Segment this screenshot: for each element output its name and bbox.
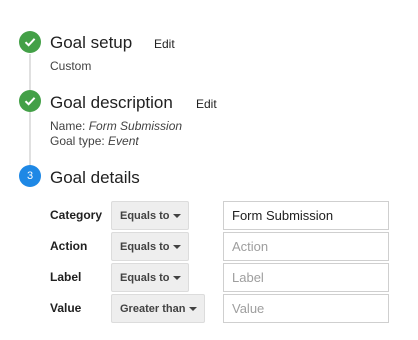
step-complete-checkmark-icon xyxy=(19,90,41,112)
condition-label-category: Category xyxy=(50,208,103,222)
goal-name-line: Name: Form Submission xyxy=(50,119,182,133)
step-title-goal-setup: Goal setup xyxy=(50,33,133,52)
operator-label: Equals to xyxy=(120,209,170,222)
caret-down-icon xyxy=(173,214,181,218)
label-operator-dropdown[interactable]: Equals to xyxy=(111,263,189,292)
condition-label-label: Label xyxy=(50,270,82,284)
condition-label-value: Value xyxy=(50,301,82,315)
category-operator-dropdown[interactable]: Equals to xyxy=(111,201,189,230)
goal-setup-summary: Custom xyxy=(50,59,92,73)
caret-down-icon xyxy=(173,276,181,280)
operator-label: Equals to xyxy=(120,271,170,284)
value-operator-dropdown[interactable]: Greater than xyxy=(111,294,205,323)
step-title-goal-description: Goal description xyxy=(50,93,173,112)
action-input[interactable] xyxy=(223,232,389,261)
goal-type-line: Goal type: Event xyxy=(50,134,139,148)
condition-label-action: Action xyxy=(50,239,88,253)
goal-name-value: Form Submission xyxy=(88,119,183,133)
caret-down-icon xyxy=(173,245,181,249)
goal-name-label: Name: xyxy=(50,119,86,133)
step-title-goal-details: Goal details xyxy=(50,168,140,187)
caret-down-icon xyxy=(189,307,197,311)
goal-type-label: Goal type: xyxy=(50,134,105,148)
edit-goal-setup-link[interactable]: Edit xyxy=(154,37,175,51)
operator-label: Greater than xyxy=(120,302,186,315)
step-connector xyxy=(29,54,31,90)
label-input[interactable] xyxy=(223,263,389,292)
goal-type-value: Event xyxy=(108,134,139,148)
category-input[interactable] xyxy=(223,201,389,230)
step-complete-checkmark-icon xyxy=(19,31,41,53)
step-connector xyxy=(29,112,31,168)
value-input[interactable] xyxy=(223,294,389,323)
action-operator-dropdown[interactable]: Equals to xyxy=(111,232,189,261)
step-number-badge: 3 xyxy=(19,165,41,187)
operator-label: Equals to xyxy=(120,240,170,253)
edit-goal-description-link[interactable]: Edit xyxy=(196,97,217,111)
